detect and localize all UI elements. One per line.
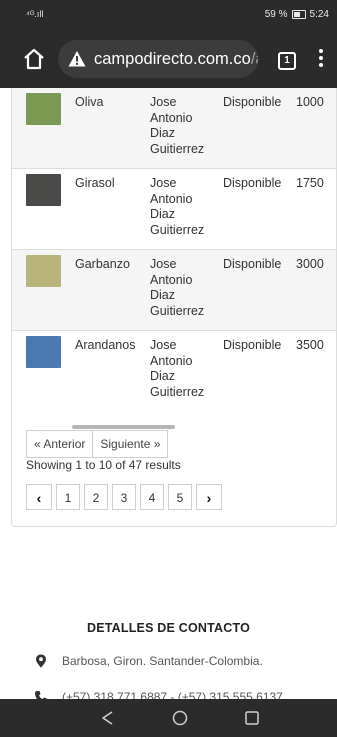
product-seller: Jose Antonio Diaz Guitierrez — [150, 338, 205, 399]
previous-page-button[interactable]: « Anterior — [26, 430, 94, 458]
contact-address: Barbosa, Giron. Santander-Colombia. — [34, 654, 263, 668]
url-path: /a — [250, 49, 258, 68]
home-circle-icon[interactable] — [172, 710, 188, 726]
back-icon[interactable] — [100, 710, 116, 726]
browser-toolbar: campodirecto.com.co/a 1 — [0, 30, 337, 88]
tab-switcher-button[interactable]: 1 — [278, 52, 296, 70]
product-name: Girasol — [75, 176, 115, 190]
page-4-button[interactable]: 4 — [140, 484, 164, 510]
page-2-button[interactable]: 2 — [84, 484, 108, 510]
next-page-button[interactable]: Siguiente » — [93, 430, 169, 458]
product-seller: Jose Antonio Diaz Guitierrez — [150, 95, 205, 156]
page-5-button[interactable]: 5 — [168, 484, 192, 510]
table-row[interactable]: Oliva Jose Antonio Diaz Guitierrez Dispo… — [12, 88, 336, 168]
pagination: ‹ 1 2 3 4 5 › — [26, 484, 226, 510]
warning-icon[interactable] — [68, 50, 86, 68]
location-pin-icon — [36, 654, 46, 668]
product-name: Oliva — [75, 95, 104, 109]
product-name: Arandanos — [75, 338, 136, 352]
product-quantity: 3500 — [296, 338, 324, 352]
page-3-button[interactable]: 3 — [112, 484, 136, 510]
clock-time: 5:24 — [309, 9, 329, 20]
table-row[interactable]: Arandanos Jose Antonio Diaz Guitierrez D… — [12, 331, 336, 411]
product-thumbnail — [26, 174, 61, 206]
product-thumbnail — [26, 336, 61, 368]
first-page-button[interactable]: ‹ — [26, 484, 52, 510]
product-status: Disponible — [223, 176, 282, 190]
results-summary: Showing 1 to 10 of 47 results — [26, 458, 181, 472]
status-bar: ⁴ᴳ.ıll 59 % 5:24 — [0, 0, 337, 30]
network-signal: ⁴ᴳ.ıll — [26, 9, 44, 19]
battery-icon — [291, 10, 306, 19]
products-card: Oliva Jose Antonio Diaz Guitierrez Dispo… — [11, 88, 337, 527]
next-arrow-button[interactable]: › — [196, 484, 222, 510]
product-seller: Jose Antonio Diaz Guitierrez — [150, 176, 205, 237]
product-status: Disponible — [223, 257, 282, 271]
product-status: Disponible — [223, 338, 282, 352]
recents-icon[interactable] — [244, 710, 260, 726]
product-thumbnail — [26, 93, 61, 125]
product-seller: Jose Antonio Diaz Guitierrez — [150, 257, 205, 318]
battery-percent: 59 % — [264, 9, 288, 20]
contact-title: DETALLES DE CONTACTO — [86, 621, 251, 635]
home-icon[interactable] — [22, 47, 46, 71]
product-status: Disponible — [223, 95, 282, 109]
address-text: Barbosa, Giron. Santander-Colombia. — [62, 654, 263, 668]
horizontal-scrollbar[interactable] — [72, 425, 175, 429]
url-domain: campodirecto.com.co — [94, 49, 251, 68]
product-quantity: 1000 — [296, 95, 324, 109]
product-name: Garbanzo — [75, 257, 130, 271]
menu-more-icon[interactable] — [318, 49, 324, 69]
table-row[interactable]: Garbanzo Jose Antonio Diaz Guitierrez Di… — [12, 250, 336, 330]
table-row[interactable]: Girasol Jose Antonio Diaz Guitierrez Dis… — [12, 169, 336, 249]
product-quantity: 1750 — [296, 176, 324, 190]
page-1-button[interactable]: 1 — [56, 484, 80, 510]
product-thumbnail — [26, 255, 61, 287]
system-nav-bar — [0, 699, 337, 737]
product-quantity: 3000 — [296, 257, 324, 271]
url-bar[interactable]: campodirecto.com.co/a — [58, 40, 258, 78]
pager-prev-next: « Anterior Siguiente » — [26, 430, 169, 458]
